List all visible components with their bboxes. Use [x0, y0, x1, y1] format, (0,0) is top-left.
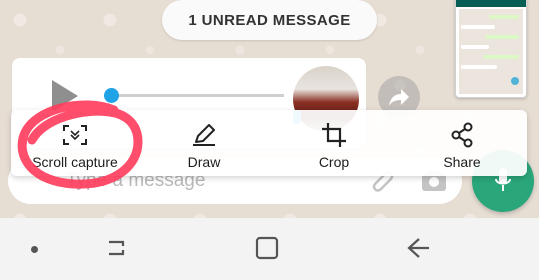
thumbnail-line: [489, 15, 519, 19]
share-button[interactable]: Share: [412, 110, 512, 176]
crop-button[interactable]: Crop: [284, 110, 384, 176]
play-icon[interactable]: [52, 80, 78, 112]
crop-icon: [322, 123, 346, 147]
screenshot-toolbar: Scroll capture Draw Crop Share: [11, 110, 527, 176]
unread-banner-text: 1 UNREAD MESSAGE: [188, 11, 351, 29]
nav-dot-icon[interactable]: [31, 246, 38, 253]
screenshot-thumbnail[interactable]: [455, 0, 527, 98]
draw-button[interactable]: Draw: [154, 110, 254, 176]
thumbnail-line: [483, 55, 519, 59]
home-icon[interactable]: [255, 236, 279, 260]
share-label: Share: [443, 154, 481, 170]
thumbnail-line: [485, 35, 519, 39]
thumbnail-line: [461, 45, 489, 49]
system-navigation-bar: [0, 218, 539, 280]
unread-banner: 1 UNREAD MESSAGE: [162, 0, 377, 40]
crop-label: Crop: [318, 154, 350, 170]
thumbnail-line: [461, 25, 495, 29]
pen-icon: [193, 124, 215, 146]
forward-icon: [389, 89, 409, 106]
scroll-capture-label: Scroll capture: [32, 154, 118, 170]
thumbnail-header: [456, 0, 526, 7]
recents-icon[interactable]: [103, 236, 129, 260]
seek-knob[interactable]: [104, 88, 119, 103]
thumbnail-body: [459, 9, 523, 94]
share-icon: [451, 122, 473, 148]
scroll-capture-button[interactable]: Scroll capture: [25, 110, 125, 176]
draw-label: Draw: [187, 154, 221, 170]
thumbnail-line: [461, 65, 497, 69]
thumbnail-dot: [511, 77, 519, 85]
voice-seek-bar[interactable]: [104, 88, 284, 103]
back-icon[interactable]: [405, 236, 431, 260]
scroll-capture-icon: [63, 125, 87, 145]
